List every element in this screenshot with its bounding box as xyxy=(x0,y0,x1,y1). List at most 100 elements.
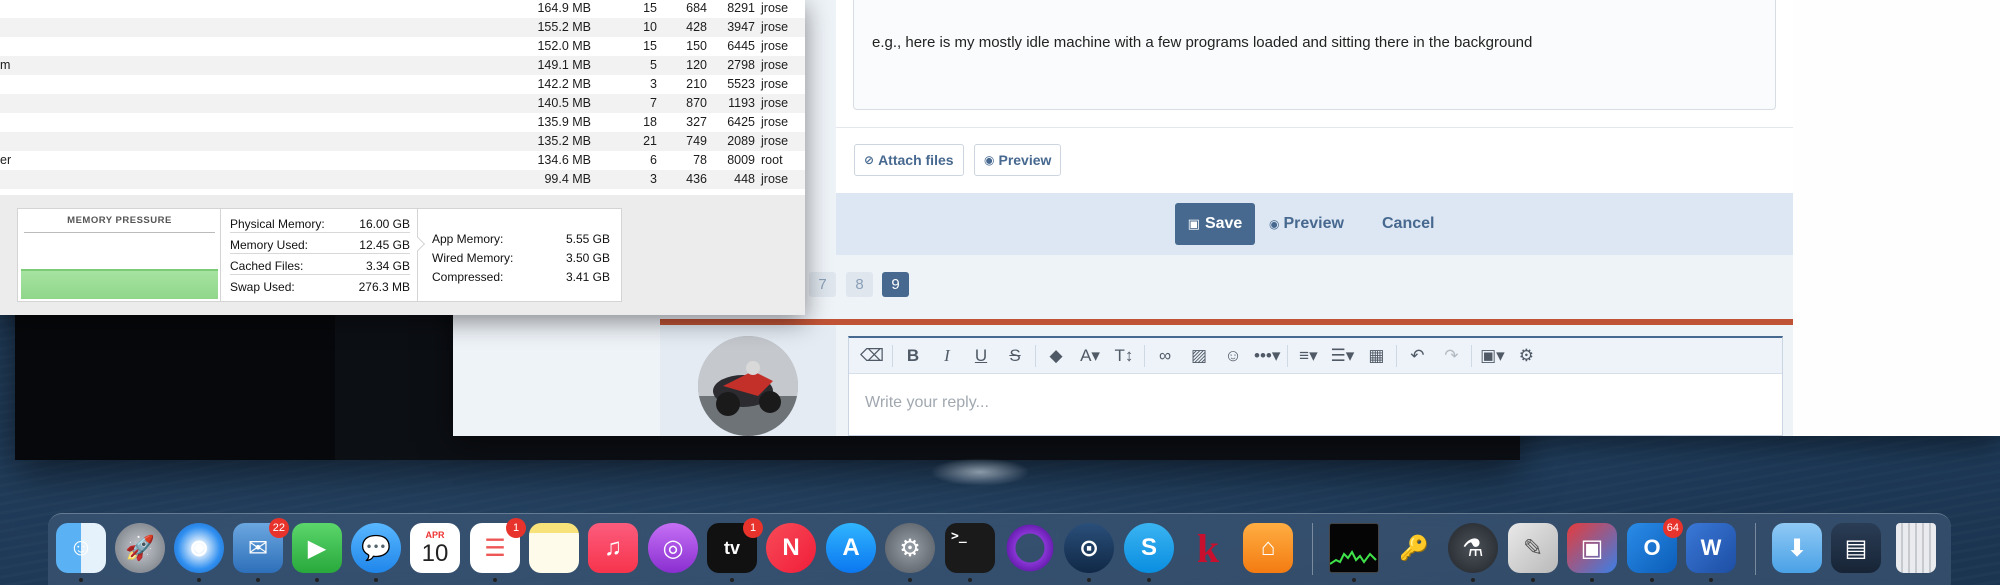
preview-link-button[interactable]: ◉ Preview xyxy=(1269,203,1344,245)
xcode-instruments-icon[interactable]: ⚗ xyxy=(1448,523,1498,573)
list-icon[interactable]: ☰▾ xyxy=(1325,341,1359,371)
attach-files-button[interactable]: ⊘ Attach files xyxy=(854,144,964,176)
terminal-prompt: >_ xyxy=(951,529,967,544)
kindle-icon[interactable]: k xyxy=(1183,523,1233,573)
apple-tv-icon[interactable]: tv 1 xyxy=(707,518,763,573)
eye-icon: ◉ xyxy=(1269,217,1280,231)
redo-icon[interactable]: ↷ xyxy=(1434,341,1468,371)
steam-icon[interactable]: ⊙ xyxy=(1064,523,1114,573)
skype-icon[interactable]: S xyxy=(1124,523,1174,573)
align-icon[interactable]: ≡▾ xyxy=(1291,341,1325,371)
stat-label: Memory Used: xyxy=(230,238,309,252)
keychain-icon[interactable]: 🔑 xyxy=(1389,523,1439,573)
desktop-wave xyxy=(930,458,1030,486)
gear-icon[interactable]: ⚙ xyxy=(1509,341,1543,371)
image-icon[interactable]: ▨ xyxy=(1182,341,1216,371)
divider xyxy=(836,127,1793,128)
finder-icon[interactable]: ☺ xyxy=(56,523,106,573)
link-icon[interactable]: ∞ xyxy=(1148,341,1182,371)
bold-icon[interactable]: B xyxy=(896,341,930,371)
page-link-7[interactable]: 7 xyxy=(809,272,836,297)
facetime-icon[interactable]: ▶ xyxy=(292,523,342,573)
table-row[interactable]: 164.9 MB 15 684 8291 jrose xyxy=(0,0,805,18)
reply-editor[interactable]: ⌫ B I U S ◆ A▾ T↕ ∞ ▨ ☺ •••▾ ≡▾ ☰▾ ▦ ↶ ↷… xyxy=(848,336,1783,436)
calendar-day: 10 xyxy=(421,540,449,567)
toolbar-separator xyxy=(1287,344,1289,367)
script-editor-icon[interactable]: ✎ xyxy=(1508,523,1558,573)
home-icon[interactable]: ⌂ xyxy=(1243,523,1293,573)
tor-browser-icon[interactable] xyxy=(1005,523,1055,573)
italic-icon[interactable]: I xyxy=(930,341,964,371)
smiley-icon[interactable]: ☺ xyxy=(1216,341,1250,371)
table-row[interactable]: 99.4 MB 3 436 448 jrose xyxy=(0,170,805,189)
drafts-icon[interactable]: ▣▾ xyxy=(1475,341,1509,371)
notes-icon[interactable] xyxy=(529,523,579,573)
activity-monitor-icon[interactable] xyxy=(1329,523,1379,573)
process-ports: 150 xyxy=(686,39,707,53)
cancel-button[interactable]: Cancel xyxy=(1382,203,1434,245)
word-icon[interactable]: W xyxy=(1686,523,1736,573)
undo-icon[interactable]: ↶ xyxy=(1400,341,1434,371)
stat-value: 3.41 GB xyxy=(565,270,610,284)
process-pid: 8291 xyxy=(727,1,755,15)
running-indicator xyxy=(730,578,734,582)
podcasts-icon[interactable]: ◎ xyxy=(648,523,698,573)
table-row[interactable]: 135.2 MB 21 749 2089 jrose xyxy=(0,132,805,151)
launchpad-icon[interactable]: 🚀 xyxy=(115,523,165,573)
trash-icon[interactable] xyxy=(1896,523,1936,573)
page-link-current[interactable]: 9 xyxy=(882,272,909,297)
safari-icon[interactable]: ⊕ xyxy=(174,523,224,573)
post-editor[interactable]: e.g., here is my mostly idle machine wit… xyxy=(853,0,1776,110)
process-memory: 135.9 MB xyxy=(537,115,591,129)
calendar-icon[interactable]: APR 10 xyxy=(410,523,460,573)
table-icon[interactable]: ▦ xyxy=(1359,341,1393,371)
process-threads: 3 xyxy=(650,172,657,186)
eraser-icon[interactable]: ⌫ xyxy=(855,341,889,371)
process-ports: 749 xyxy=(686,134,707,148)
outlook-icon[interactable]: O 64 xyxy=(1627,518,1683,573)
text-color-icon[interactable]: ◆ xyxy=(1039,341,1073,371)
font-size-icon[interactable]: T↕ xyxy=(1107,341,1141,371)
save-button[interactable]: ▣ Save xyxy=(1175,203,1255,245)
preview-label: Preview xyxy=(998,152,1052,168)
process-user: jrose xyxy=(761,115,789,129)
system-preferences-icon[interactable]: ⚙ xyxy=(885,523,935,573)
more-options-icon[interactable]: •••▾ xyxy=(1250,341,1284,371)
font-family-icon[interactable]: A▾ xyxy=(1073,341,1107,371)
process-user: jrose xyxy=(761,134,789,148)
toolbar-separator xyxy=(1396,344,1398,367)
table-row[interactable]: m 149.1 MB 5 120 2798 jrose xyxy=(0,56,805,75)
music-icon[interactable]: ♫ xyxy=(588,523,638,573)
stat-value: 5.55 GB xyxy=(565,232,610,246)
parallels-icon[interactable]: ▣ xyxy=(1567,523,1617,573)
process-ports: 684 xyxy=(686,1,707,15)
table-row[interactable]: 152.0 MB 15 150 6445 jrose xyxy=(0,37,805,56)
screenshot-stack-icon[interactable]: ▤ xyxy=(1831,523,1881,573)
preview-button[interactable]: ◉ Preview xyxy=(974,144,1062,176)
running-indicator xyxy=(968,578,972,582)
underline-icon[interactable]: U xyxy=(964,341,998,371)
table-row[interactable]: 135.9 MB 18 327 6425 jrose xyxy=(0,113,805,132)
process-memory: 155.2 MB xyxy=(537,20,591,34)
mail-icon[interactable]: ✉ 22 xyxy=(233,518,289,573)
page-link-8[interactable]: 8 xyxy=(846,272,873,297)
stat-label: Physical Memory: xyxy=(230,217,325,231)
process-threads: 18 xyxy=(643,115,657,129)
messages-icon[interactable]: 💬 xyxy=(351,523,401,573)
strikethrough-icon[interactable]: S xyxy=(998,341,1032,371)
avatar[interactable] xyxy=(698,336,798,436)
app-store-icon[interactable]: A xyxy=(826,523,876,573)
table-row[interactable]: 140.5 MB 7 870 1193 jrose xyxy=(0,94,805,113)
running-indicator xyxy=(1087,578,1091,582)
table-row[interactable]: 142.2 MB 3 210 5523 jrose xyxy=(0,75,805,94)
downloads-folder-icon[interactable]: ⬇ xyxy=(1772,523,1822,573)
table-row[interactable]: 155.2 MB 10 428 3947 jrose xyxy=(0,18,805,37)
table-row[interactable]: er 134.6 MB 6 78 8009 root xyxy=(0,151,805,170)
running-indicator xyxy=(908,578,912,582)
reminders-icon[interactable]: ☰ 1 xyxy=(470,518,526,573)
cancel-label: Cancel xyxy=(1382,215,1435,232)
process-pid: 448 xyxy=(734,172,755,186)
process-ports: 436 xyxy=(686,172,707,186)
terminal-icon[interactable]: >_ xyxy=(945,523,995,573)
news-icon[interactable]: N xyxy=(766,523,816,573)
